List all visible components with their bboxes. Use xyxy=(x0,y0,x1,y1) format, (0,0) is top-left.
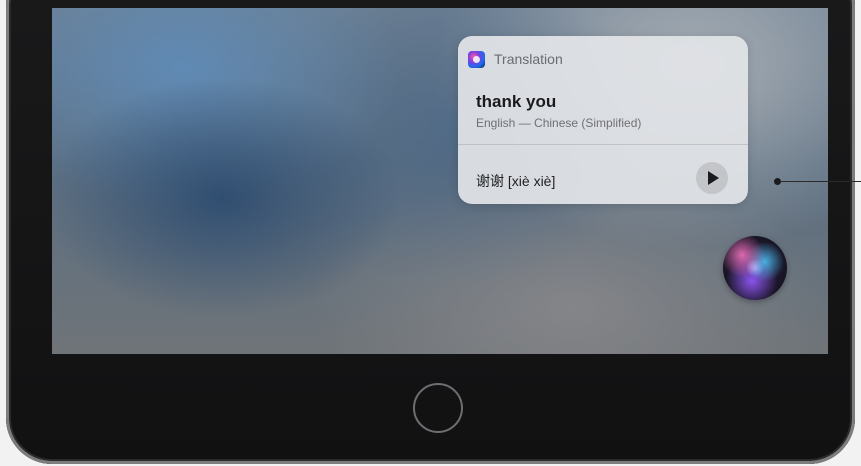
translation-card[interactable]: Translation thank you English — Chinese … xyxy=(458,36,748,204)
card-header: Translation xyxy=(468,50,563,68)
home-button[interactable] xyxy=(413,383,463,433)
play-icon xyxy=(708,171,719,185)
language-pair: English — Chinese (Simplified) xyxy=(476,116,642,130)
callout-line xyxy=(780,181,861,182)
siri-icon xyxy=(468,50,485,68)
siri-orb-icon[interactable] xyxy=(723,236,787,300)
divider xyxy=(458,144,748,145)
play-button[interactable] xyxy=(696,162,728,194)
translation-result: 谢谢 [xiè xiè] xyxy=(476,173,556,189)
card-title: Translation xyxy=(494,51,563,67)
source-phrase: thank you xyxy=(476,92,557,111)
